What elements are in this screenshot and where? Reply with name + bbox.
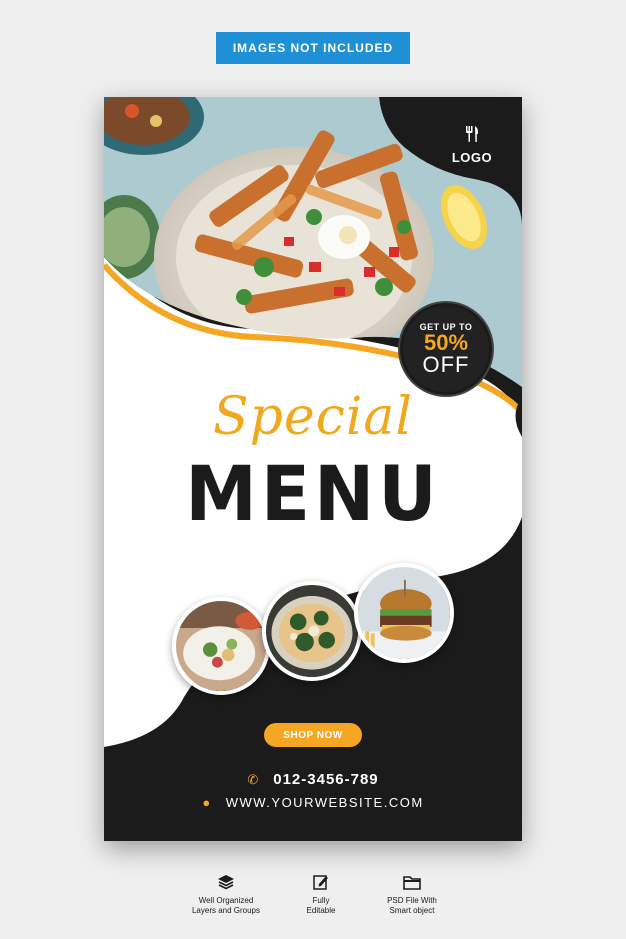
menu-poster: LOGO GET UP TO 50% OFF Special MENU SHOP… (104, 97, 522, 841)
feature-psd: PSD File With Smart object (370, 872, 454, 916)
globe-icon: ● (202, 795, 212, 810)
phone-number: 012-3456-789 (273, 771, 379, 788)
website-row: ● WWW.YOURWEBSITE.COM (104, 795, 522, 810)
discount-suffix: OFF (422, 352, 470, 377)
feature-psd-line2: Smart object (389, 906, 435, 915)
feature-editable-line2: Editable (306, 906, 336, 915)
discount-badge: GET UP TO 50% OFF (400, 303, 492, 395)
food-thumb-burger (354, 563, 454, 663)
feature-layers-line2: Layers and Groups (191, 906, 261, 915)
food-thumb-spinach-dish (262, 581, 362, 681)
feature-list: Well Organized Layers and Groups Fully E… (180, 872, 460, 928)
discount-percent: 50% (423, 330, 469, 355)
feature-psd-line1: PSD File With (387, 896, 437, 905)
edit-icon (313, 875, 328, 890)
logo-text: LOGO (451, 150, 493, 165)
shop-now-button[interactable]: SHOP NOW (264, 723, 362, 747)
phone-row: ✆ 012-3456-789 (104, 771, 522, 788)
feature-editable: Fully Editable (286, 872, 356, 916)
feature-editable-line1: Fully (312, 896, 330, 905)
headline-main: MENU (185, 449, 441, 539)
images-not-included-badge: IMAGES NOT INCLUDED (216, 32, 410, 64)
feature-layers-line1: Well Organized (198, 896, 254, 905)
website-url[interactable]: WWW.YOURWEBSITE.COM (226, 795, 424, 810)
feature-layers: Well Organized Layers and Groups (180, 872, 272, 916)
phone-icon: ✆ (247, 771, 260, 787)
layers-icon (218, 875, 234, 890)
fork-knife-icon (466, 126, 479, 142)
folder-icon (403, 875, 421, 890)
brand-logo: LOGO (432, 125, 512, 165)
headline-script: Special (212, 387, 414, 447)
food-thumb-salad (172, 597, 270, 695)
